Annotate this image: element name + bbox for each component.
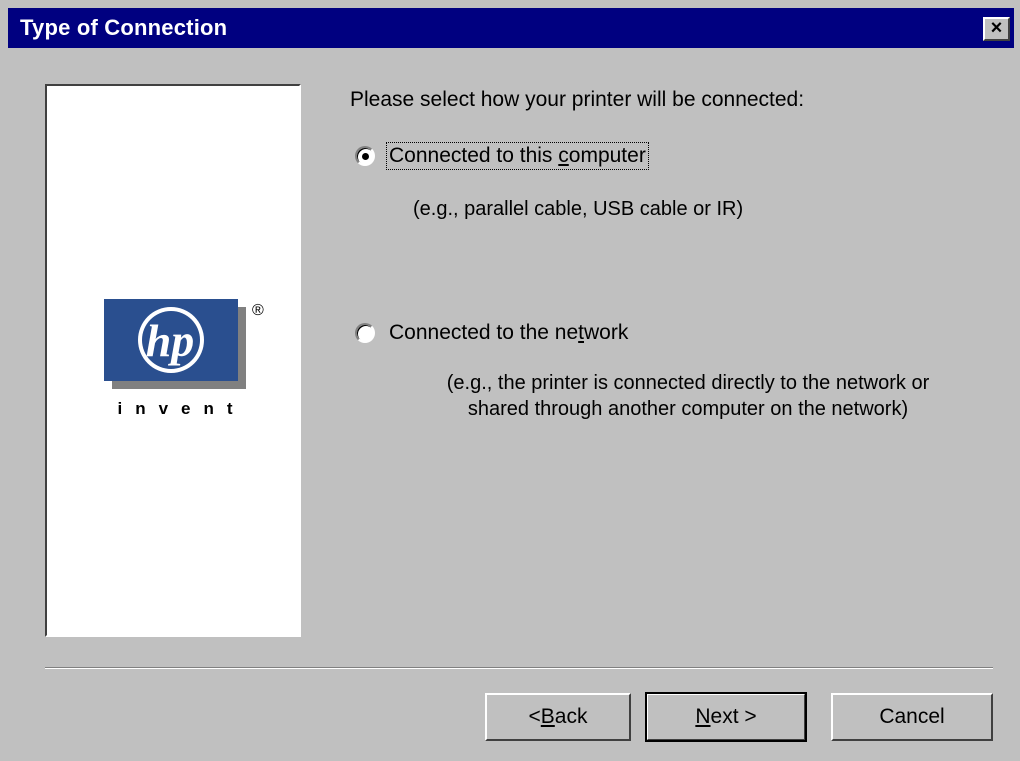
prompt-text: Please select how your printer will be c…	[350, 88, 805, 111]
close-icon: ×	[990, 17, 1003, 39]
cancel-button[interactable]: Cancel	[831, 693, 993, 741]
logo-panel: hp ® invent	[45, 84, 301, 637]
button-label: Cancel	[879, 705, 945, 728]
label-text: work	[584, 321, 629, 344]
label-text: Connected to the ne	[389, 321, 579, 344]
option-network-description: (e.g., the printer is connected directly…	[408, 370, 968, 422]
radio-local[interactable]	[355, 146, 375, 166]
button-label: <	[528, 705, 541, 728]
label-text: Connected to this	[389, 144, 559, 167]
hp-logo-letters: hp	[146, 315, 195, 366]
radio-local-label[interactable]: Connected to this computer	[386, 142, 649, 170]
description-line: shared through another computer on the n…	[467, 398, 909, 420]
logo-tagline: invent	[117, 399, 246, 418]
title-bar[interactable]: Type of Connection ×	[8, 8, 1014, 48]
registered-mark: ®	[252, 302, 264, 319]
label-text: omputer	[568, 144, 646, 167]
radio-network[interactable]	[355, 323, 375, 343]
hp-logo: hp ®	[104, 299, 264, 389]
separator	[45, 667, 993, 669]
option-local-connection[interactable]: Connected to this computer	[355, 142, 649, 170]
back-button[interactable]: < Back	[485, 693, 631, 741]
description-line: (e.g., the printer is connected directly…	[446, 372, 930, 394]
access-key: N	[695, 705, 711, 728]
radio-network-label[interactable]: Connected to the network	[387, 320, 630, 346]
type-of-connection-dialog: Type of Connection × hp ® invent Please …	[0, 0, 1020, 761]
close-button[interactable]: ×	[983, 17, 1010, 41]
next-button[interactable]: Next >	[645, 692, 807, 742]
button-label: ack	[554, 705, 588, 728]
button-label: ext >	[710, 705, 757, 728]
option-network-connection[interactable]: Connected to the network	[355, 320, 630, 346]
window-title: Type of Connection	[20, 15, 228, 40]
access-key: B	[540, 705, 555, 728]
option-local-description: (e.g., parallel cable, USB cable or IR)	[413, 198, 744, 220]
access-key: c	[558, 144, 569, 167]
